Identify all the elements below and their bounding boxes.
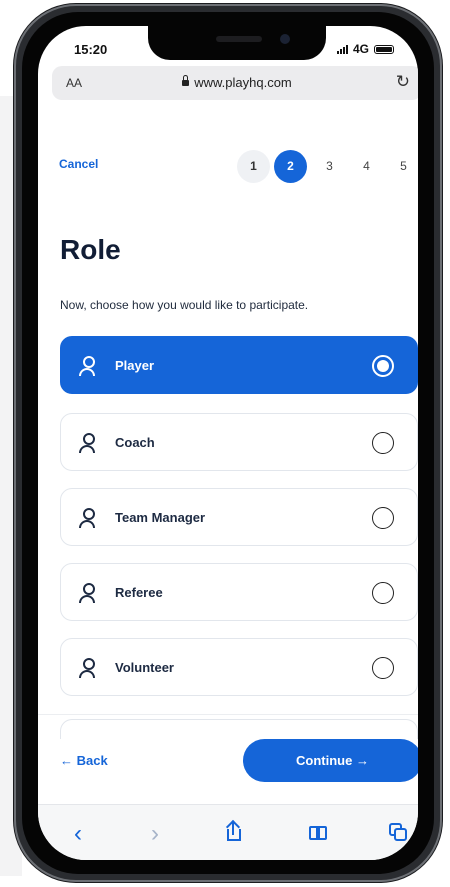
- book-icon[interactable]: [309, 826, 331, 844]
- step-1[interactable]: 1: [237, 150, 270, 183]
- role-label: Referee: [115, 585, 163, 600]
- signal-icon: [336, 44, 348, 54]
- role-label: Player: [115, 358, 155, 373]
- radio-unselected[interactable]: [372, 432, 394, 454]
- speaker: [216, 36, 262, 42]
- url-text: www.playhq.com: [52, 75, 418, 90]
- chevron-left-icon[interactable]: ‹: [64, 821, 92, 847]
- user-icon: [78, 583, 96, 603]
- step-5[interactable]: 5: [387, 150, 418, 183]
- reload-icon[interactable]: ↻: [396, 72, 410, 92]
- page-subtitle: Now, choose how you would like to partic…: [60, 298, 309, 312]
- page-title: Role: [60, 234, 121, 265]
- browser-toolbar: ‹ ›: [38, 804, 418, 860]
- role-option-coach[interactable]: Coach: [60, 413, 418, 471]
- role-label: Coach: [115, 435, 155, 450]
- continue-button[interactable]: Continue →: [243, 739, 418, 782]
- user-icon: [78, 508, 96, 528]
- phone-bezel: 15:20 4G AA www.playhq.com ↻ Cancel 1 2 …: [22, 12, 434, 874]
- step-4[interactable]: 4: [350, 150, 383, 183]
- chevron-right-icon[interactable]: ›: [141, 821, 169, 847]
- battery-icon: [374, 44, 394, 54]
- user-icon: [78, 658, 96, 678]
- radio-selected[interactable]: [372, 355, 394, 377]
- phone-frame: 15:20 4G AA www.playhq.com ↻ Cancel 1 2 …: [14, 4, 442, 882]
- role-option-player[interactable]: Player: [60, 336, 418, 394]
- role-option-volunteer[interactable]: Volunteer: [60, 638, 418, 696]
- share-icon[interactable]: [226, 822, 242, 842]
- user-icon: [78, 433, 96, 453]
- cancel-link[interactable]: Cancel: [59, 157, 98, 171]
- status-time: 15:20: [74, 42, 108, 57]
- back-button[interactable]: ← Back: [60, 753, 108, 768]
- role-label: Volunteer: [115, 660, 174, 675]
- tabs-icon[interactable]: [389, 823, 408, 842]
- step-2-active[interactable]: 2: [274, 150, 307, 183]
- step-3[interactable]: 3: [313, 150, 346, 183]
- camera: [280, 34, 290, 44]
- role-option-referee[interactable]: Referee: [60, 563, 418, 621]
- url-label: www.playhq.com: [194, 75, 292, 90]
- status-indicators: 4G: [336, 42, 394, 56]
- lock-icon: [182, 75, 190, 86]
- notch: [148, 26, 326, 60]
- wizard-header: Cancel 1 2 3 4 5: [38, 150, 418, 186]
- role-label: Team Manager: [115, 510, 206, 525]
- phone-screen: 15:20 4G AA www.playhq.com ↻ Cancel 1 2 …: [38, 26, 418, 860]
- address-bar[interactable]: AA www.playhq.com ↻: [52, 66, 418, 100]
- user-icon: [78, 356, 96, 376]
- radio-unselected[interactable]: [372, 657, 394, 679]
- radio-unselected[interactable]: [372, 582, 394, 604]
- network-label: 4G: [352, 42, 369, 56]
- radio-unselected[interactable]: [372, 507, 394, 529]
- footer-divider: [38, 714, 418, 715]
- role-option-team-manager[interactable]: Team Manager: [60, 488, 418, 546]
- role-option-partial: [60, 719, 418, 739]
